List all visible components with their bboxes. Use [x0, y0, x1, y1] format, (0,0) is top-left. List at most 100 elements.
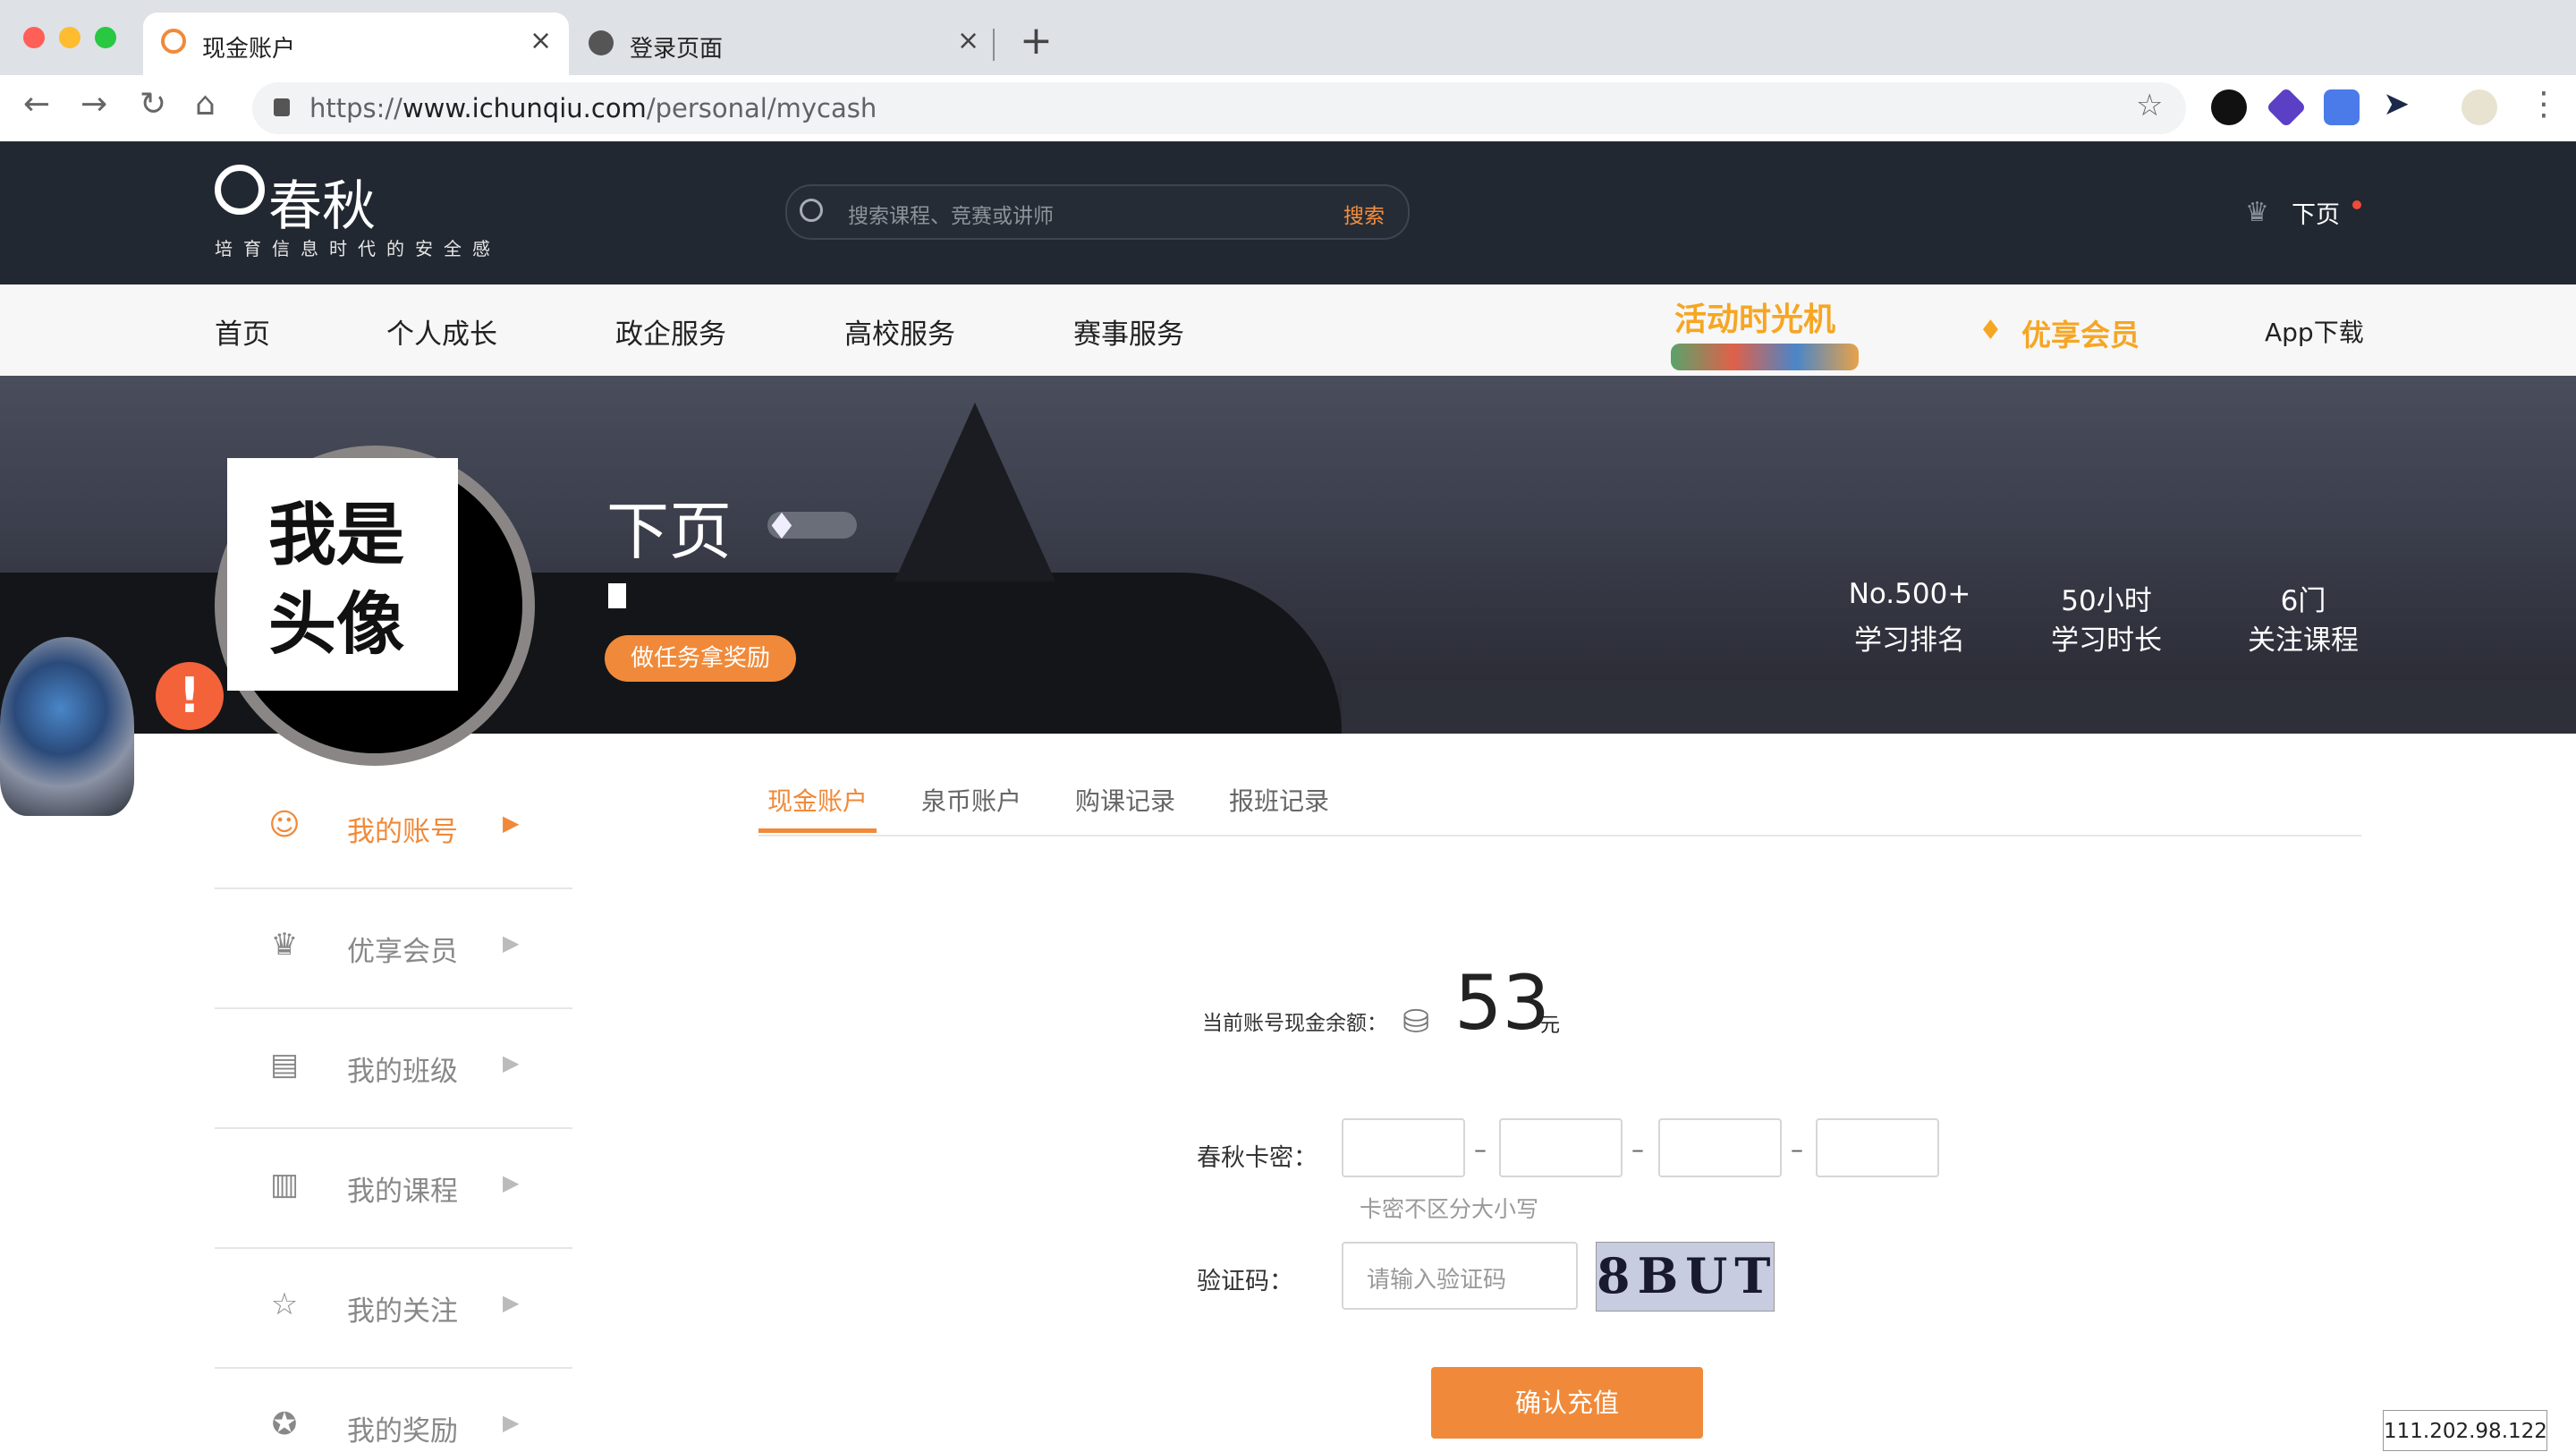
card-field-1[interactable] — [1342, 1118, 1465, 1177]
card-field-4[interactable] — [1816, 1118, 1939, 1177]
nav-app-download[interactable]: App下载 — [2265, 313, 2364, 349]
book-icon: ▥ — [269, 1167, 300, 1202]
banner-palm — [894, 403, 1055, 582]
window-zoom-button[interactable] — [95, 27, 116, 48]
bookmark-icon — [608, 583, 626, 608]
captcha-image[interactable]: 8BUT — [1596, 1242, 1775, 1312]
header-username[interactable]: 下页 — [2292, 195, 2340, 230]
caret-right-icon: ▶ — [503, 930, 520, 955]
activity-illustration — [1671, 344, 1859, 370]
new-tab-button[interactable]: + — [1020, 18, 1053, 64]
lock-icon — [274, 98, 290, 116]
card-dash: – — [1791, 1134, 1803, 1164]
balance-value: 53 — [1454, 959, 1550, 1047]
tab-coin-account[interactable]: 泉币账户 — [921, 782, 1021, 818]
window-close-button[interactable] — [23, 27, 45, 48]
stat-hours-value: 50小时 — [2061, 585, 2152, 617]
window-minimize-button[interactable] — [59, 27, 80, 48]
task-reward-button[interactable]: 做任务拿奖励 — [605, 635, 796, 682]
sidebar-divider — [215, 1127, 572, 1129]
tab-close-icon[interactable]: × — [957, 25, 979, 56]
sidebar-item-rewards[interactable]: ✪ 我的奖励 ▶ — [215, 1371, 572, 1451]
caret-right-icon: ▶ — [503, 1050, 520, 1075]
stat-rank-label: 学习排名 — [1854, 624, 1965, 657]
banner-sea — [1342, 680, 2576, 734]
caret-right-icon: ▶ — [503, 811, 520, 836]
search-icon — [800, 199, 823, 222]
sidebar-item-courses[interactable]: ▥ 我的课程 ▶ — [215, 1131, 572, 1251]
logo-slogan: 培育信息时代的安全感 — [215, 238, 501, 259]
sidebar-divider — [215, 1007, 572, 1009]
sidebar-item-label: 优享会员 — [347, 936, 458, 968]
activity-time-machine-banner[interactable]: 活动时光机 — [1674, 293, 1835, 340]
card-label: 春秋卡密： — [1197, 1144, 1318, 1172]
nav-gov-enterprise[interactable]: 政企服务 — [615, 311, 726, 352]
card-field-2[interactable] — [1499, 1118, 1623, 1177]
nav-personal-growth[interactable]: 个人成长 — [386, 311, 497, 352]
sidebar-item-account[interactable]: ☺ 我的账号 ▶ — [215, 771, 572, 891]
sidebar-divider — [215, 1247, 572, 1249]
logo-text[interactable]: 春秋 — [268, 163, 376, 241]
tab-title: 登录页面 — [630, 36, 724, 63]
alert-badge-icon[interactable]: ! — [156, 662, 224, 730]
translate-ext-icon[interactable] — [2324, 89, 2360, 125]
home-icon[interactable]: ⌂ — [195, 86, 216, 123]
nav-university[interactable]: 高校服务 — [844, 311, 955, 352]
stat-courses-value: 6门 — [2280, 585, 2326, 617]
tab-divider — [758, 835, 2361, 836]
profile-username: 下页 — [606, 495, 732, 568]
coins-icon: ⛁ — [1402, 1004, 1430, 1040]
qcode-ext-icon[interactable] — [2211, 89, 2247, 125]
sidebar-item-label: 我的关注 — [347, 1295, 458, 1328]
caret-right-icon: ▶ — [503, 1410, 520, 1435]
card-dash: – — [1631, 1134, 1644, 1164]
cursor-ext-icon[interactable]: ➤ — [2383, 86, 2410, 123]
mascot-robot[interactable] — [0, 637, 134, 816]
confirm-recharge-button[interactable]: 确认充值 — [1431, 1367, 1703, 1439]
back-arrow-icon[interactable]: ← — [23, 86, 50, 123]
sidebar-divider — [215, 1367, 572, 1369]
search-button[interactable]: 搜索 — [1343, 199, 1385, 229]
sidebar-item-follow[interactable]: ☆ 我的关注 ▶ — [215, 1251, 572, 1371]
sidebar-item-class[interactable]: ▤ 我的班级 ▶ — [215, 1011, 572, 1131]
search-placeholder: 搜索课程、竞赛或讲师 — [848, 205, 1054, 228]
tab-close-icon[interactable]: × — [530, 25, 552, 56]
tab-separator — [993, 29, 995, 61]
balance-label: 当前账号现金余额： — [1202, 1012, 1387, 1035]
card-field-3[interactable] — [1658, 1118, 1782, 1177]
star-icon: ☆ — [270, 1286, 299, 1322]
caret-right-icon: ▶ — [503, 1290, 520, 1315]
site-favicon-icon — [161, 29, 186, 54]
globe-icon — [589, 30, 614, 55]
diamond-icon: ♦ — [1979, 315, 2003, 346]
sidebar-divider — [215, 887, 572, 889]
sidebar-item-label: 我的奖励 — [347, 1415, 458, 1448]
award-icon: ✪ — [271, 1406, 298, 1442]
stat-courses-label: 关注课程 — [2248, 624, 2359, 657]
vcode-label: 验证码： — [1197, 1268, 1293, 1295]
tab-purchase-records[interactable]: 购课记录 — [1075, 782, 1175, 818]
sidebar-item-label: 我的课程 — [347, 1176, 458, 1208]
tab-cash-account[interactable]: 现金账户 — [767, 782, 868, 818]
tab-enrollment-records[interactable]: 报班记录 — [1229, 782, 1329, 818]
nav-vip[interactable]: 优享会员 — [2021, 311, 2140, 354]
tab-active-indicator — [758, 828, 877, 833]
menu-kebab-icon[interactable]: ⋮ — [2528, 86, 2560, 123]
forward-arrow-icon[interactable]: → — [80, 86, 107, 123]
stat-rank-value: No.500+ — [1848, 578, 1971, 610]
sidebar-item-vip[interactable]: ♛ 优享会员 ▶ — [215, 891, 572, 1011]
crown-icon: ♛ — [270, 927, 299, 963]
nav-home[interactable]: 首页 — [215, 311, 270, 352]
vcode-placeholder: 请输入验证码 — [1367, 1267, 1507, 1294]
tab-title: 现金账户 — [202, 36, 296, 63]
nav-competition[interactable]: 赛事服务 — [1073, 311, 1184, 352]
profile-avatar[interactable] — [2462, 89, 2497, 125]
crown-icon[interactable]: ♛ — [2245, 197, 2269, 228]
bookmark-star-icon[interactable]: ☆ — [2136, 88, 2163, 123]
stat-hours-label: 学习时长 — [2051, 624, 2162, 657]
sidebar-item-label: 我的班级 — [347, 1056, 458, 1088]
reload-icon[interactable]: ↻ — [140, 86, 166, 123]
caret-right-icon: ▶ — [503, 1170, 520, 1195]
diamond-level-icon: ♦ — [766, 506, 798, 548]
url-text[interactable]: https://www.ichunqiu.com/personal/mycash — [309, 93, 877, 123]
